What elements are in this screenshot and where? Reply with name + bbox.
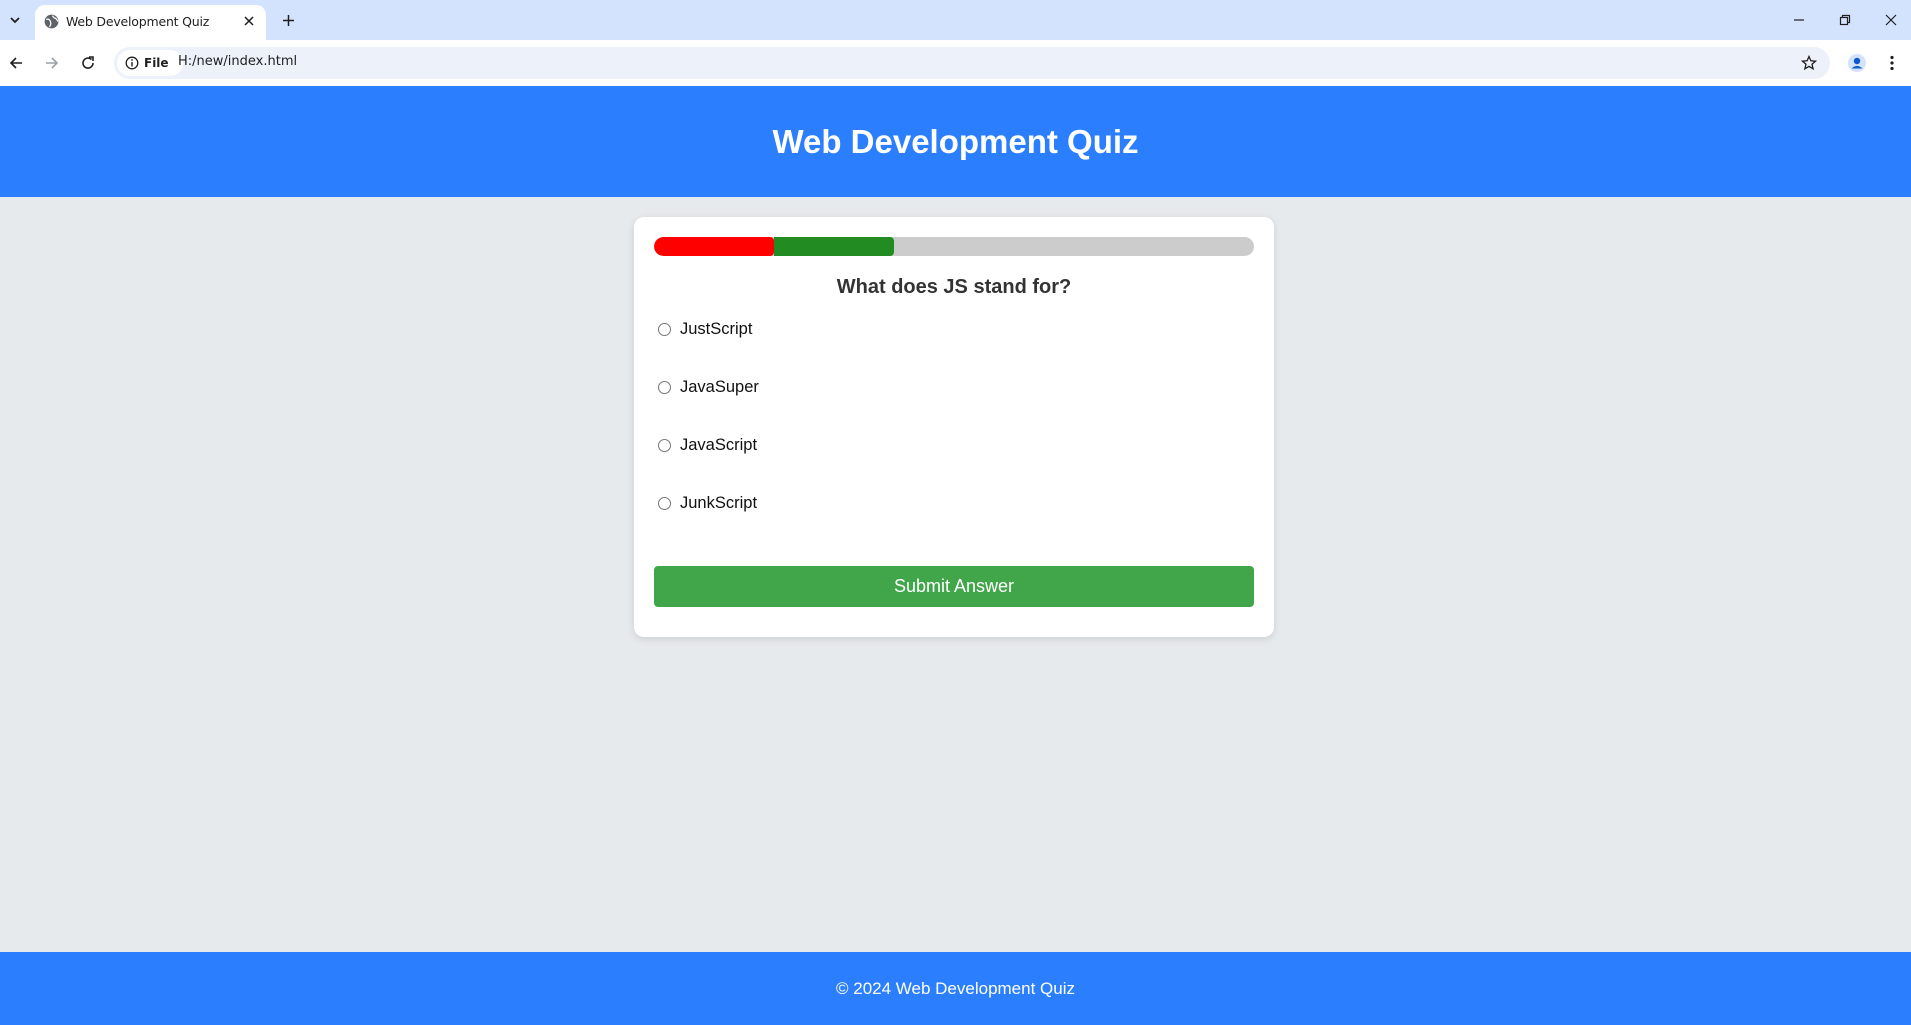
page-title: Web Development Quiz bbox=[772, 122, 1139, 160]
bookmark-star-icon[interactable] bbox=[1798, 52, 1820, 74]
option-label: JustScript bbox=[680, 319, 753, 338]
tab-strip: Web Development Quiz bbox=[0, 0, 1911, 40]
option-label: JunkScript bbox=[680, 493, 758, 512]
option-label: JavaSuper bbox=[680, 377, 759, 396]
quiz-card: What does JS stand for? JustScript JavaS… bbox=[634, 217, 1274, 637]
url-text[interactable]: H:/new/index.html bbox=[178, 54, 297, 69]
active-tab[interactable]: Web Development Quiz bbox=[35, 5, 266, 40]
progress-incorrect-segment bbox=[654, 237, 774, 256]
radio-button[interactable] bbox=[658, 438, 671, 452]
answer-option[interactable]: JustScript bbox=[658, 313, 759, 371]
profile-avatar-icon[interactable] bbox=[1843, 49, 1871, 77]
question-text: What does JS stand for? bbox=[836, 276, 1072, 298]
globe-icon bbox=[43, 13, 60, 30]
answer-option[interactable]: JunkScript bbox=[658, 487, 759, 545]
radio-button[interactable] bbox=[658, 380, 671, 394]
info-icon bbox=[125, 56, 139, 70]
radio-button[interactable] bbox=[658, 322, 671, 336]
restore-icon[interactable] bbox=[1830, 6, 1860, 34]
progress-bar bbox=[654, 237, 1254, 256]
reload-icon[interactable] bbox=[74, 49, 102, 77]
progress-correct-segment bbox=[774, 237, 894, 256]
close-tab-icon[interactable] bbox=[240, 12, 258, 30]
site-footer: © 2024 Web Development Quiz bbox=[0, 952, 1911, 1025]
more-vert-icon[interactable] bbox=[1879, 49, 1905, 77]
address-bar[interactable]: File H:/new/index.html bbox=[114, 47, 1830, 79]
option-label: JavaScript bbox=[680, 435, 758, 454]
radio-button[interactable] bbox=[658, 496, 671, 510]
footer-copyright: © 2024 Web Development Quiz bbox=[835, 978, 1075, 998]
close-window-icon[interactable] bbox=[1876, 6, 1906, 34]
answer-option[interactable]: JavaScript bbox=[658, 429, 759, 487]
new-tab-icon[interactable] bbox=[277, 9, 299, 31]
site-chip-label: File bbox=[144, 56, 169, 70]
submit-answer-button[interactable]: Submit Answer bbox=[654, 566, 1254, 607]
answer-option[interactable]: JavaSuper bbox=[658, 371, 759, 429]
tab-search-chevron-icon[interactable] bbox=[4, 8, 26, 32]
minimize-icon[interactable] bbox=[1784, 6, 1814, 34]
tab-title: Web Development Quiz bbox=[66, 14, 210, 29]
site-info-chip[interactable]: File bbox=[117, 50, 183, 76]
site-header: Web Development Quiz bbox=[0, 86, 1911, 197]
answer-options: JustScript JavaSuper JavaScript JunkScri… bbox=[658, 313, 759, 545]
forward-arrow-icon[interactable] bbox=[38, 49, 66, 77]
browser-toolbar: File H:/new/index.html bbox=[0, 40, 1911, 86]
back-arrow-icon[interactable] bbox=[2, 49, 30, 77]
